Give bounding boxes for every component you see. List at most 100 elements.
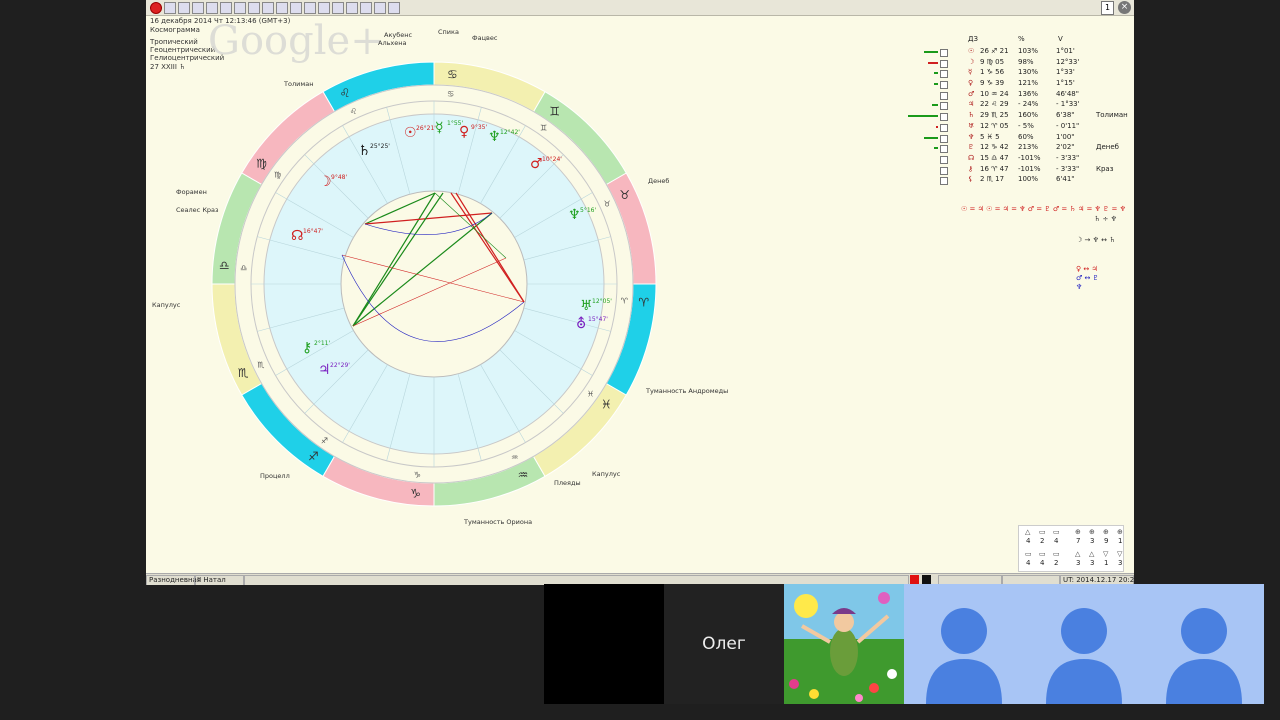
- midpoint-formula: ☉ = ♃ ☉ = ♃ = ♆ ♂ = ♇ ♂ = ♄ ♃ = ♆ ♇ = ♆: [961, 205, 1126, 213]
- planet-glyph[interactable]: ☊: [291, 228, 303, 244]
- aspect-cell-sym: ♄: [968, 111, 975, 120]
- participant-tile-black[interactable]: [544, 584, 664, 704]
- house-sign-glyph: ♊: [540, 124, 547, 133]
- planet-glyph[interactable]: ⛢: [576, 316, 586, 332]
- planet-glyph[interactable]: ♆: [488, 129, 501, 145]
- fixed-star-label: Сеалес Краз: [176, 206, 219, 214]
- aspect-checkbox[interactable]: [940, 177, 948, 186]
- planet-glyph[interactable]: ♆: [568, 207, 581, 223]
- aspect-cell-spd: 1'00": [1056, 132, 1075, 141]
- fixed-star-label: Спика: [438, 28, 459, 36]
- legend-count: 2: [1040, 537, 1045, 545]
- aspect-cell-pct: 98%: [1018, 57, 1034, 66]
- record-indicator: [910, 575, 919, 584]
- aspect-checkbox[interactable]: [940, 59, 948, 68]
- aspect-table-header: ДЗ % V: [906, 35, 1134, 47]
- aspect-checkbox[interactable]: [940, 166, 948, 175]
- aspect-cell-spd: 1°15': [1056, 79, 1075, 88]
- aspect-table-row: ⚸ 2 ♏ 17 100% 6'41": [906, 175, 1134, 186]
- legend-count: 3: [1076, 559, 1081, 567]
- aspect-checkbox[interactable]: [940, 145, 948, 154]
- legend-count: 9: [1104, 537, 1109, 545]
- strength-bar: [924, 51, 938, 53]
- aspect-cell-pos: 2 ♏ 17: [980, 175, 1005, 184]
- status-mode[interactable]: II Натал: [194, 575, 245, 585]
- strength-bar: [934, 83, 938, 86]
- aspect-cell-sym: ♆: [968, 132, 975, 141]
- aspect-cell-pct: 213%: [1018, 143, 1039, 152]
- column-header: ДЗ: [968, 35, 978, 43]
- planet-degree-label: 15°47': [588, 316, 608, 323]
- aspect-table-row: ☊ 15 ♎ 47 -101% - 3'33": [906, 154, 1134, 165]
- planet-degree-label: 9°48': [331, 174, 347, 181]
- participant-tile-oleg[interactable]: Олег: [664, 584, 784, 704]
- planet-glyph[interactable]: ♃: [318, 362, 331, 378]
- planet-glyph[interactable]: ⚷: [302, 340, 312, 356]
- aspect-checkbox[interactable]: [940, 155, 948, 164]
- zodiac-sign-glyph: ♈: [638, 295, 649, 309]
- aspect-table-row: ♆ 5 ♓ 5 60% 1'00": [906, 133, 1134, 144]
- aspect-cell-pct: - 24%: [1018, 100, 1039, 109]
- zodiac-sign-glyph: ♍: [256, 156, 267, 170]
- participant-tile-cartoon[interactable]: [784, 584, 904, 704]
- zodiac-sign-glyph: ♐: [308, 449, 319, 463]
- aspect-cell-pos: 12 ♈ 05: [980, 121, 1009, 130]
- planet-glyph[interactable]: ♂: [530, 156, 543, 172]
- aspect-star-note: Денеб: [1096, 143, 1119, 152]
- fixed-star-label: Процелл: [260, 472, 290, 480]
- person-icon: [1046, 608, 1122, 704]
- aspect-checkbox[interactable]: [940, 123, 948, 132]
- planet-glyph[interactable]: ♅: [580, 298, 593, 314]
- aspect-checkbox[interactable]: [940, 102, 948, 111]
- house-sign-glyph: ♋: [447, 90, 454, 99]
- legend-glyph: △: [1075, 550, 1081, 558]
- aspect-cell-pct: - 5%: [1018, 121, 1034, 130]
- legend-count: 4: [1026, 537, 1031, 545]
- planet-degree-label: 2°11': [314, 340, 330, 347]
- zodiac-sign-glyph: ♊: [549, 105, 560, 119]
- legend-glyph: ▭: [1025, 550, 1032, 558]
- house-sign-glyph: ♓: [587, 390, 594, 399]
- planet-glyph[interactable]: ☽: [319, 174, 332, 190]
- aspect-checkbox[interactable]: [940, 81, 948, 90]
- aspect-cell-pos: 16 ♈ 47: [980, 164, 1009, 173]
- aspect-table-row: ♅ 12 ♈ 05 - 5% - 0'11": [906, 122, 1134, 133]
- planet-degree-label: 5°16': [580, 207, 596, 214]
- aspect-checkbox[interactable]: [940, 70, 948, 79]
- aspect-checkbox[interactable]: [940, 134, 948, 143]
- legend-glyph: ⊕: [1089, 528, 1095, 536]
- zodiac-sector: [211, 283, 263, 396]
- aspect-table-row: ♂ 10 ♒ 24 136% 46'48": [906, 90, 1134, 101]
- strength-bar: [924, 136, 938, 139]
- aspect-table-row: ☿ 1 ♑ 56 130% 1°33': [906, 68, 1134, 79]
- fixed-star-label: Форамен: [176, 188, 207, 196]
- astrology-app-window: 1 × 16 декабря 2014 Чт 12:13:46 (GMT+3) …: [146, 0, 1134, 585]
- zodiac-sector: [605, 172, 657, 285]
- participant-tile-default[interactable]: [904, 584, 1024, 704]
- strength-bar: [928, 61, 938, 64]
- strength-bar: [934, 72, 938, 75]
- participant-tile-default[interactable]: [1024, 584, 1144, 704]
- aspect-cell-spd: 1°33': [1056, 68, 1075, 77]
- aspect-checkbox[interactable]: [940, 91, 948, 100]
- planet-glyph[interactable]: ☿: [435, 120, 444, 136]
- aspect-cell-spd: - 0'11": [1056, 121, 1080, 130]
- aspect-cell-spd: 46'48": [1056, 89, 1079, 98]
- planet-glyph[interactable]: ♄: [358, 143, 371, 159]
- planet-glyph[interactable]: ☉: [404, 125, 417, 141]
- aspect-cell-spd: - 1°33': [1056, 100, 1080, 109]
- aspect-cell-sym: ☿: [968, 68, 973, 77]
- aspect-checkbox[interactable]: [940, 49, 948, 57]
- fixed-star-label: Толиман: [283, 80, 313, 88]
- aspect-cell-pct: 121%: [1018, 79, 1039, 88]
- formula-block: ♆: [1076, 283, 1083, 291]
- aspect-checkbox[interactable]: [940, 113, 948, 122]
- fixed-star-label: Фацвес: [472, 34, 498, 42]
- house-sign-glyph: ♑: [414, 470, 421, 479]
- strength-bar: [932, 104, 938, 107]
- column-header: %: [1018, 35, 1025, 43]
- participant-tile-default[interactable]: [1144, 584, 1264, 704]
- planet-glyph[interactable]: ♀: [459, 124, 469, 140]
- fixed-star-label: Капулус: [152, 301, 181, 309]
- aspect-cell-pct: 136%: [1018, 89, 1039, 98]
